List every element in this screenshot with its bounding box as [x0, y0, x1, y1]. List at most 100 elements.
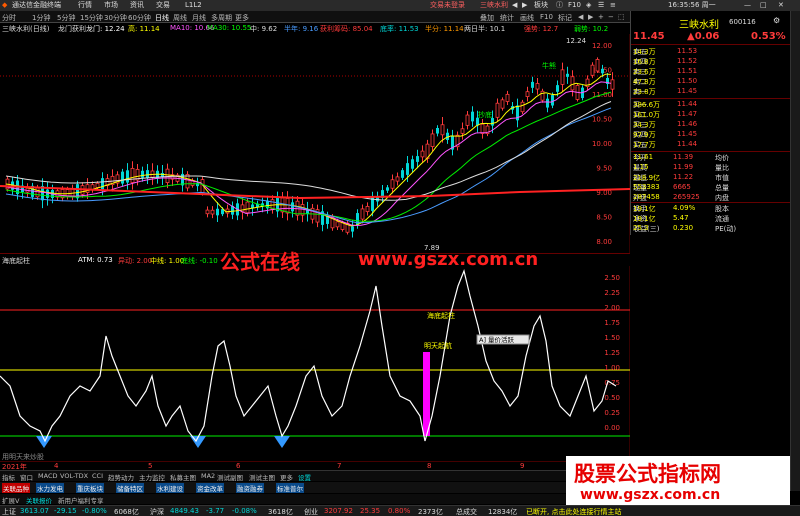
tab-water[interactable]: 水利建设 [156, 483, 184, 493]
tab-more[interactable]: 更多 [280, 472, 293, 482]
maximize-button[interactable]: □ [760, 1, 767, 10]
candle-body [556, 85, 559, 92]
tab-period[interactable]: 60分钟 [128, 13, 151, 23]
menu-quote[interactable]: 行情 [78, 1, 92, 10]
candle-body [205, 209, 210, 215]
minimize-button[interactable]: — [744, 1, 751, 10]
tab-trend[interactable]: 趋势动力 [108, 472, 134, 482]
tab-period[interactable]: 分时 [2, 13, 16, 23]
fund-value: 19.1亿 [633, 205, 656, 213]
tool-f10[interactable]: F10 [540, 13, 553, 21]
ask-price: 11.52 [677, 57, 698, 65]
tool-mark[interactable]: 标记 [558, 13, 572, 23]
ask-volume: 14.3万 [633, 48, 656, 56]
info-weak: 弱势: 10.2 [574, 25, 609, 33]
date-month: 9 [520, 462, 525, 470]
sz-label[interactable]: 沪深 [150, 507, 164, 516]
quote-settings-icon[interactable]: ⚙ [773, 16, 780, 25]
tab-period[interactable]: 多周期 [211, 13, 232, 23]
tab-macd[interactable]: MACD [38, 472, 57, 480]
zoom-in-icon[interactable]: + [598, 13, 604, 21]
tab-cci[interactable]: CCI [92, 472, 103, 480]
tool-prev-icon[interactable]: ◀ [578, 13, 583, 21]
candle-body [356, 213, 359, 225]
tab-extend[interactable]: 扩展V [2, 495, 19, 505]
tab-hydro[interactable]: 水力发电 [36, 483, 64, 493]
candle-body [560, 69, 565, 85]
tool-overlay[interactable]: 叠加 [480, 13, 494, 23]
candle-body [390, 179, 395, 189]
sh-label[interactable]: 上证 [2, 507, 16, 516]
tab-period[interactable]: 15分钟 [80, 13, 103, 23]
login-hint[interactable]: 交易未登录 [430, 1, 465, 10]
tab-period[interactable]: 月线 [192, 13, 206, 23]
watermark-cn: 公式在线 [220, 250, 300, 274]
tab-related[interactable]: 关联品种 [2, 483, 30, 493]
ad-banner[interactable]: 股票公式指标网 www.gszx.com.cn [566, 456, 790, 505]
nav-back-icon[interactable]: ◀ [512, 1, 517, 10]
tab-test-main[interactable]: 测试主图 [249, 472, 275, 482]
layout-icon[interactable]: ◈ [586, 1, 591, 10]
candle-body [35, 187, 40, 198]
menu-market[interactable]: 市场 [104, 1, 118, 10]
tool-stats[interactable]: 统计 [500, 13, 514, 23]
close-button[interactable]: ✕ [778, 1, 784, 10]
fund-label: 股本 [715, 205, 729, 213]
tab-chongqing[interactable]: 重庆板块 [76, 483, 104, 493]
tab-private[interactable]: 私募主图 [170, 472, 196, 482]
cy-label[interactable]: 创业 [304, 507, 318, 516]
ask-volume: 23.6万 [633, 68, 656, 76]
tab-reserve[interactable]: 储备特区 [116, 483, 144, 493]
candlestick-chart[interactable]: 12.0011.5011.0010.5010.009.509.008.508.0… [0, 34, 630, 254]
fund-value: 25.3 [633, 224, 649, 232]
fullscreen-icon[interactable]: ⬚ [618, 13, 625, 21]
tab-vol[interactable]: VOL-TDX [60, 472, 88, 480]
nav-forward-icon[interactable]: ▶ [522, 1, 527, 10]
zoom-out-icon[interactable]: − [608, 13, 614, 21]
lower-tick-label: 1.75 [604, 319, 620, 327]
menu-level[interactable]: L1L2 [185, 1, 202, 10]
stock-title: 三峡水利 [480, 1, 508, 9]
menu-icon[interactable]: ≡ [610, 1, 616, 10]
tab-new-user[interactable]: 新用户福利专享 [58, 495, 104, 505]
menu-news[interactable]: 资讯 [130, 1, 144, 10]
list-icon[interactable]: ☰ [598, 1, 604, 10]
tab-period[interactable]: 30分钟 [104, 13, 127, 23]
quote-stock-code: 600116 [729, 18, 756, 26]
tab-sp[interactable]: 标准普尔 [276, 483, 304, 493]
tool-draw[interactable]: 画线 [520, 13, 534, 23]
candle-body [500, 99, 505, 109]
vertical-scrollbar[interactable] [790, 11, 800, 491]
menu-trade[interactable]: 交易 [156, 1, 170, 10]
tool-next-icon[interactable]: ▶ [588, 13, 593, 21]
lower-atm: ATM: 0.73 [78, 256, 113, 264]
indicator-name[interactable]: 龙门获利 [58, 24, 86, 34]
lower-tick-label: 0.50 [604, 394, 620, 402]
info-icon[interactable]: ⓘ [556, 1, 563, 10]
tab-period[interactable]: 5分钟 [57, 13, 75, 23]
tab-ma2[interactable]: MA2 [201, 472, 215, 480]
tab-indicator[interactable]: 指标 [2, 472, 15, 482]
tab-period[interactable]: 更多 [235, 13, 249, 23]
connection-message[interactable]: 已断开, 点击此处连接行情主站 [526, 507, 621, 516]
indicator-chart[interactable]: 2.502.252.001.751.501.251.000.750.500.25… [0, 266, 630, 460]
tab-test-sub[interactable]: 测试副图 [217, 472, 243, 482]
tab-period[interactable]: 1分钟 [32, 13, 50, 23]
lower-indicator-name[interactable]: 海底起柱 [2, 256, 30, 266]
candle-body [566, 73, 569, 77]
nav-f10[interactable]: F10 [568, 1, 581, 10]
tab-margin[interactable]: 融资融券 [236, 483, 264, 493]
price-high-annotation: 12.24 [566, 37, 587, 45]
nav-board[interactable]: 板块 [534, 1, 548, 10]
candle-body [440, 124, 445, 136]
tab-window[interactable]: 窗口 [20, 472, 33, 482]
tab-period[interactable]: 周线 [173, 13, 187, 23]
date-month: 7 [337, 462, 342, 470]
candle-body [326, 216, 329, 224]
tab-settings[interactable]: 设置 [298, 472, 311, 482]
tab-monitor[interactable]: 主力监控 [139, 472, 165, 482]
tab-fund[interactable]: 资金改革 [196, 483, 224, 493]
tab-period-active[interactable]: 日线 [155, 13, 169, 23]
tab-related-quote[interactable]: 关联报价 [26, 495, 52, 505]
ask-price: 11.51 [677, 67, 698, 75]
